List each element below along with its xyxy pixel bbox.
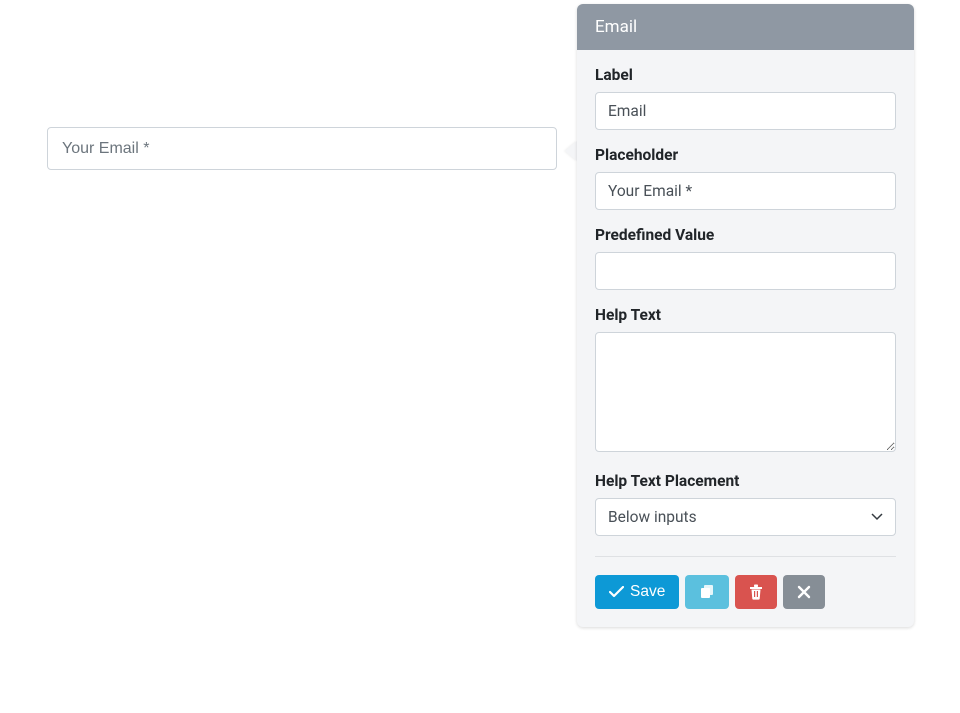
delete-button[interactable] — [735, 575, 777, 609]
group-helptext: Help Text — [595, 306, 896, 456]
label-label: Label — [595, 66, 896, 84]
close-icon — [797, 585, 811, 599]
trash-icon — [749, 584, 763, 600]
close-button[interactable] — [783, 575, 825, 609]
email-preview-input[interactable] — [47, 127, 557, 170]
divider — [595, 556, 896, 557]
help-text-textarea[interactable] — [595, 332, 896, 452]
panel-title: Email — [577, 4, 914, 50]
label-helptext: Help Text — [595, 306, 896, 324]
panel-pointer — [565, 141, 577, 161]
label-helpplacement: Help Text Placement — [595, 472, 896, 490]
button-row: Save — [595, 575, 896, 609]
save-button[interactable]: Save — [595, 575, 679, 609]
label-placeholder: Placeholder — [595, 146, 896, 164]
group-placeholder: Placeholder — [595, 146, 896, 210]
copy-icon — [699, 584, 715, 600]
label-predefined: Predefined Value — [595, 226, 896, 244]
group-predefined: Predefined Value — [595, 226, 896, 290]
group-label: Label — [595, 66, 896, 130]
duplicate-button[interactable] — [685, 575, 729, 609]
help-placement-select[interactable]: Below inputs — [595, 498, 896, 536]
placeholder-input[interactable] — [595, 172, 896, 210]
save-button-label: Save — [630, 584, 665, 600]
label-input[interactable] — [595, 92, 896, 130]
predefined-value-input[interactable] — [595, 252, 896, 290]
panel-body: Label Placeholder Predefined Value Help … — [577, 50, 914, 627]
check-icon — [609, 586, 624, 598]
field-settings-panel: Email Label Placeholder Predefined Value… — [577, 4, 914, 627]
group-helpplacement: Help Text Placement Below inputs — [595, 472, 896, 536]
